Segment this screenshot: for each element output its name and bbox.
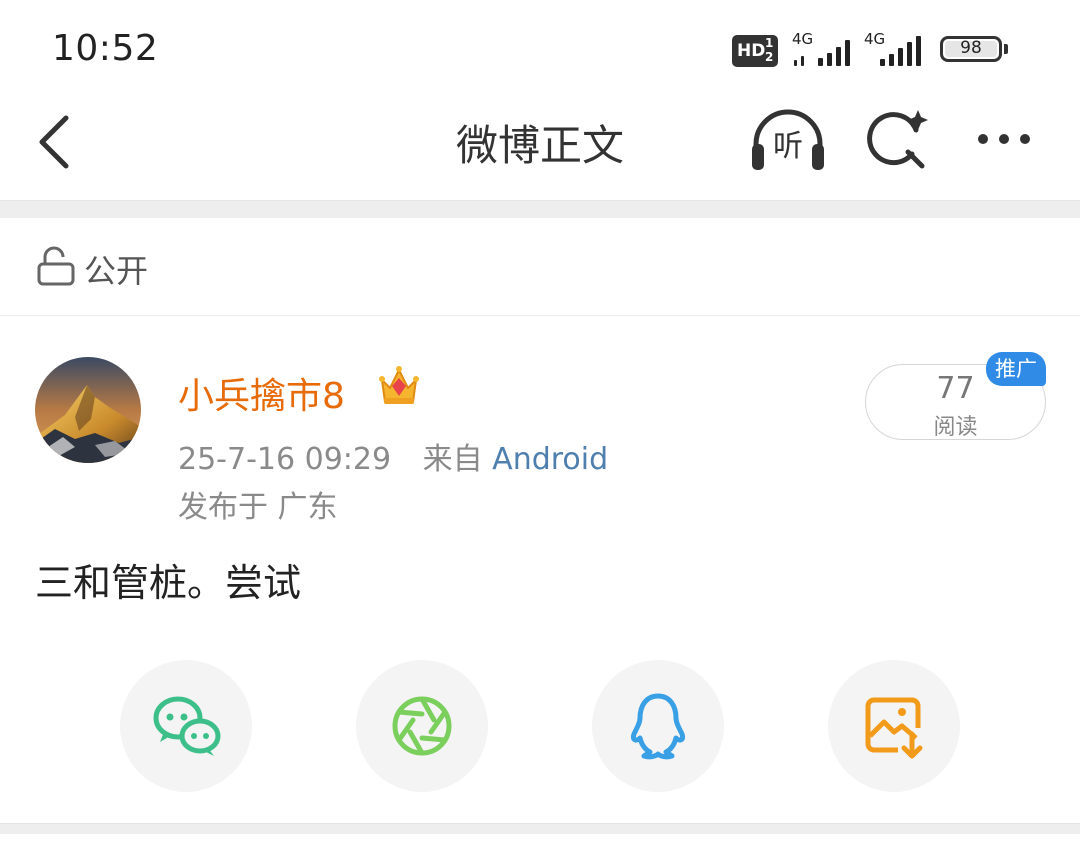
unlock-icon <box>37 246 75 286</box>
author-name[interactable]: 小兵擒市8 <box>178 367 345 419</box>
svg-text:听: 听 <box>773 129 803 164</box>
moments-icon <box>392 696 452 756</box>
ai-search-button[interactable] <box>864 108 934 172</box>
nav-bar: 微博正文 听 <box>0 96 1080 200</box>
listen-button[interactable]: 听 <box>748 108 828 172</box>
visibility-row[interactable]: 公开 <box>0 218 1080 316</box>
visibility-label: 公开 <box>84 252 149 290</box>
signal-4g-icon: 4G <box>862 30 932 70</box>
post-meta: 25-7-16 09:29 来自 Android <box>178 434 608 478</box>
share-moments-button[interactable] <box>356 660 488 792</box>
source-link[interactable]: Android <box>492 442 608 477</box>
section-divider <box>0 823 1080 834</box>
more-button[interactable] <box>970 122 1040 158</box>
ai-search-icon <box>867 110 928 169</box>
more-dots-icon <box>978 134 988 144</box>
post-time: 25-7-16 09:29 <box>178 442 392 477</box>
share-wechat-button[interactable] <box>120 660 252 792</box>
battery-icon: 98 <box>940 36 1008 62</box>
status-time: 10:52 <box>52 28 159 69</box>
back-button[interactable] <box>32 112 80 172</box>
signal-4g-icon: 4G <box>790 30 860 70</box>
listen-headphones-icon: 听 <box>752 109 824 170</box>
post-text: 三和管桩。尝试 <box>35 561 302 605</box>
section-divider <box>0 200 1080 218</box>
wechat-icon <box>153 696 221 756</box>
share-qq-button[interactable] <box>592 660 724 792</box>
save-image-button[interactable] <box>828 660 960 792</box>
vip-crown-icon[interactable] <box>378 364 420 408</box>
promote-badge[interactable]: 推广 <box>986 352 1046 386</box>
avatar[interactable] <box>35 357 141 463</box>
status-bar: 10:52 HD 1 2 4G 4G 98 <box>0 0 1080 96</box>
source-prefix: 来自 <box>422 442 483 477</box>
back-arrow-icon <box>39 115 69 169</box>
save-image-icon <box>865 697 923 759</box>
hd-voice-icon: HD 1 2 <box>732 35 778 67</box>
qq-icon <box>631 693 685 760</box>
read-label: 阅读 <box>933 415 978 440</box>
mountain-avatar-image <box>35 357 141 463</box>
post-location: 发布于 广东 <box>178 490 338 525</box>
